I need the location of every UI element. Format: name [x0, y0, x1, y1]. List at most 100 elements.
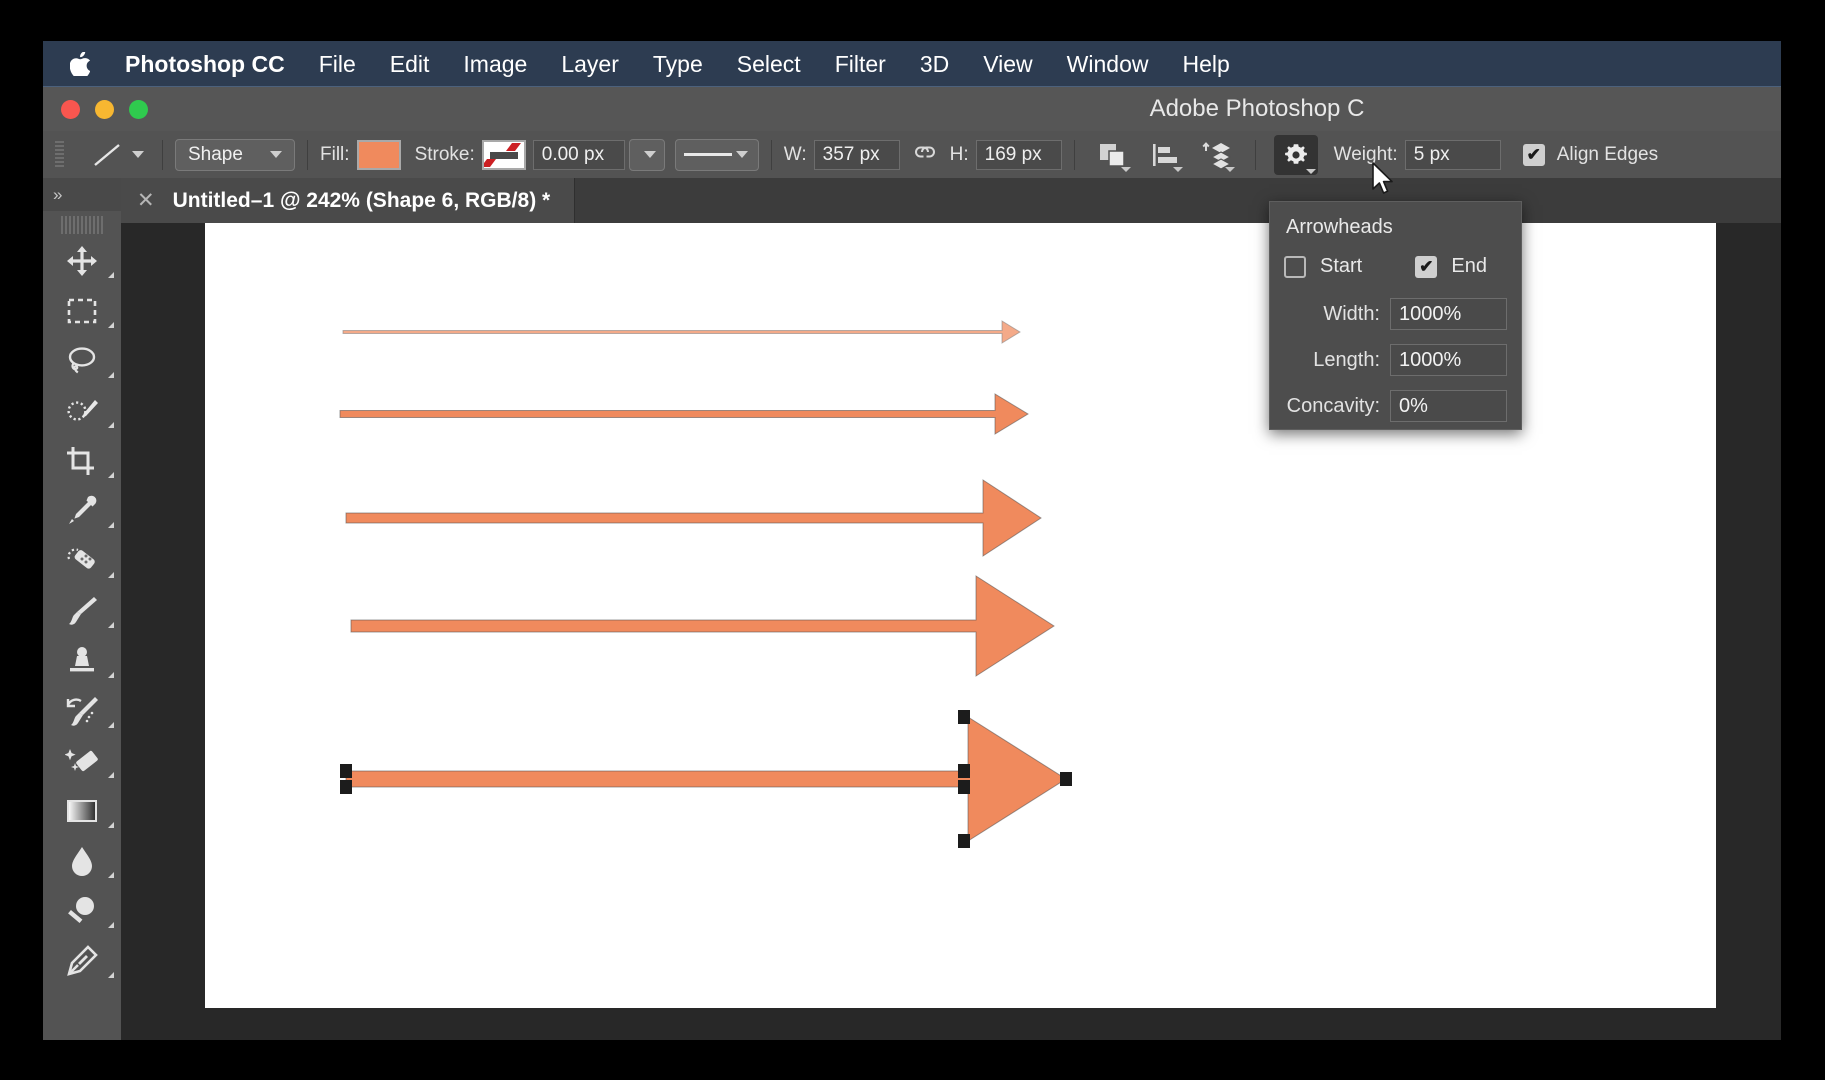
spot-healing-brush-tool[interactable] — [43, 536, 121, 586]
stroke-width-units-select[interactable] — [628, 138, 665, 171]
arrowhead-length-label: Length: — [1313, 348, 1380, 371]
eraser-tool[interactable] — [43, 736, 121, 786]
chevron-down-icon — [1120, 166, 1131, 172]
arrow-2[interactable] — [339, 393, 1029, 435]
menu-item-help[interactable]: Help — [1165, 41, 1246, 87]
clone-stamp-icon — [70, 647, 94, 672]
tool-more-icon — [108, 416, 114, 428]
path-anchor-point[interactable] — [958, 834, 970, 848]
link-chain-icon[interactable] — [912, 144, 938, 165]
menu-item-image[interactable]: Image — [446, 41, 544, 87]
divider — [1073, 139, 1075, 170]
arrowheads-start-end-row: Start ✔ End — [1284, 255, 1507, 278]
stroke-style-select[interactable] — [674, 138, 759, 171]
history-brush-icon — [66, 697, 98, 726]
zoom-button[interactable] — [129, 99, 148, 119]
move-tool[interactable] — [43, 236, 121, 286]
pen-tool[interactable] — [43, 936, 121, 986]
menu-item-type[interactable]: Type — [636, 41, 720, 87]
tool-more-icon — [108, 716, 114, 728]
align-edges-label: Align Edges — [1556, 143, 1659, 165]
menu-item-filter[interactable]: Filter — [818, 41, 903, 87]
start-checkbox[interactable] — [1284, 255, 1306, 278]
arrow-4[interactable] — [350, 575, 1055, 677]
tools-panel: » — [43, 178, 122, 1040]
align-edges-checkbox[interactable]: ✔ Align Edges — [1522, 143, 1659, 166]
stroke-color-swatch[interactable] — [481, 139, 526, 170]
healing-brush-icon — [67, 548, 95, 569]
path-anchor-point[interactable] — [958, 780, 970, 794]
arrow-1[interactable] — [342, 320, 1021, 344]
tool-more-icon — [108, 316, 114, 328]
water-drop-icon — [72, 847, 92, 876]
collapse-panel-button[interactable]: » — [43, 178, 121, 211]
menu-item-edit[interactable]: Edit — [373, 41, 447, 87]
arrow-3[interactable] — [345, 479, 1042, 557]
blur-tool[interactable] — [43, 836, 121, 886]
tool-more-icon — [108, 566, 114, 578]
quick-selection-tool[interactable] — [43, 386, 121, 436]
close-button[interactable] — [61, 99, 80, 119]
apple-logo-icon[interactable] — [69, 51, 91, 77]
path-anchor-point[interactable] — [958, 710, 970, 724]
path-anchor-point[interactable] — [958, 764, 970, 778]
tool-preset-chevron-down-icon[interactable] — [132, 151, 144, 158]
menu-item-window[interactable]: Window — [1050, 41, 1166, 87]
arrowhead-concavity-label: Concavity: — [1286, 394, 1380, 417]
chevron-down-icon — [735, 151, 748, 158]
chevron-down-icon — [270, 151, 282, 158]
path-anchor-point[interactable] — [340, 780, 352, 794]
chevron-down-icon — [1305, 168, 1316, 174]
minimize-button[interactable] — [95, 99, 114, 119]
arrowhead-length-input[interactable]: 1000% — [1390, 344, 1507, 376]
arrow-5-selected-shape — [345, 716, 1067, 842]
shape-mode-select[interactable]: Shape — [175, 138, 295, 171]
menu-item-photoshop-cc[interactable]: Photoshop CC — [121, 41, 302, 87]
dodge-tool[interactable] — [43, 886, 121, 936]
rectangular-marquee-tool[interactable] — [43, 286, 121, 336]
width-input[interactable]: 357 px — [813, 139, 900, 170]
history-brush-tool[interactable] — [43, 686, 121, 736]
crop-icon — [67, 447, 94, 475]
line-tool-icon[interactable] — [88, 140, 126, 170]
end-checkbox[interactable]: ✔ — [1415, 255, 1438, 278]
eyedropper-tool[interactable] — [43, 486, 121, 536]
brush-tool[interactable] — [43, 586, 121, 636]
document-tab[interactable]: ✕ Untitled–1 @ 242% (Shape 6, RGB/8) * — [121, 178, 576, 223]
menu-item-view[interactable]: View — [966, 41, 1049, 87]
lasso-tool[interactable] — [43, 336, 121, 386]
height-input[interactable]: 169 px — [975, 139, 1062, 170]
path-anchor-point[interactable] — [340, 764, 352, 778]
weight-input[interactable]: 5 px — [1404, 139, 1501, 170]
arrow-1-shape — [342, 320, 1021, 344]
arrow-5-selected[interactable] — [345, 716, 1067, 842]
divider — [162, 139, 163, 170]
menu-item-file[interactable]: File — [302, 41, 373, 87]
eraser-icon — [65, 749, 98, 772]
path-operations-icon[interactable] — [1093, 137, 1133, 173]
tools-panel-grip[interactable] — [61, 216, 103, 234]
stroke-width-input[interactable]: 0.00 px — [532, 139, 625, 170]
tool-more-icon — [108, 966, 114, 978]
menu-item-3d[interactable]: 3D — [903, 41, 966, 87]
options-bar-grip[interactable] — [55, 140, 64, 169]
menu-item-layer[interactable]: Layer — [544, 41, 636, 87]
arrow-3-shape — [345, 479, 1042, 557]
close-tab-icon[interactable]: ✕ — [137, 188, 155, 213]
path-arrangement-icon[interactable] — [1197, 137, 1237, 173]
menu-item-select[interactable]: Select — [720, 41, 818, 87]
traffic-light-buttons — [61, 99, 148, 119]
gradient-tool[interactable] — [43, 786, 121, 836]
arrowhead-concavity-input[interactable]: 0% — [1390, 390, 1507, 422]
fill-color-swatch[interactable] — [356, 139, 401, 170]
path-anchor-point[interactable] — [1060, 772, 1072, 786]
pen-nib-icon — [67, 945, 98, 976]
document-tab-bar: ✕ Untitled–1 @ 242% (Shape 6, RGB/8) * — [121, 178, 1781, 223]
arrowhead-width-input[interactable]: 1000% — [1390, 298, 1507, 330]
gear-icon[interactable] — [1273, 134, 1318, 175]
path-alignment-icon[interactable] — [1145, 137, 1185, 173]
crop-tool[interactable] — [43, 436, 121, 486]
clone-stamp-tool[interactable] — [43, 636, 121, 686]
arrow-2-shape — [339, 393, 1029, 435]
move-icon — [67, 246, 97, 276]
